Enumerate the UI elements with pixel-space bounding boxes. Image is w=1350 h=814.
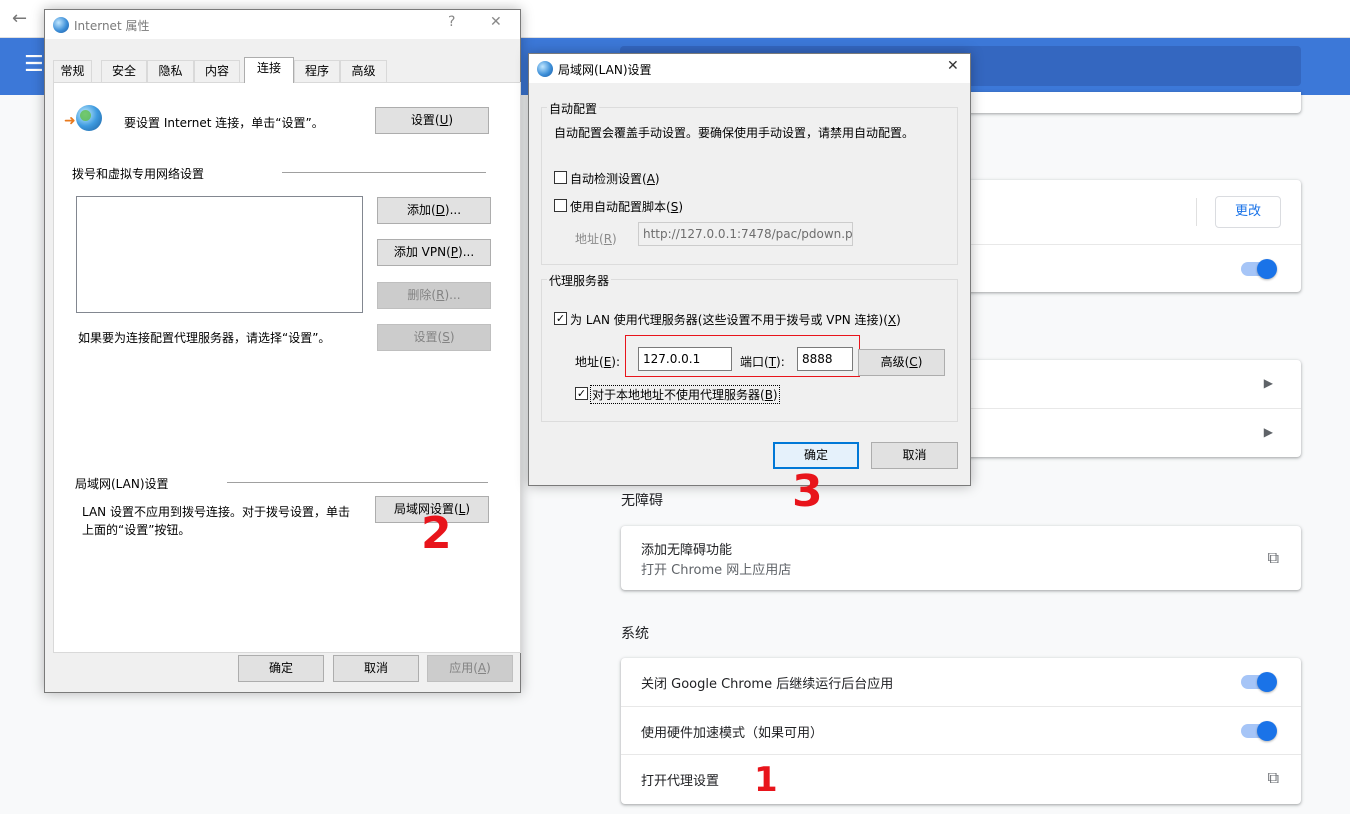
- toggle-switch[interactable]: [1241, 259, 1277, 279]
- open-in-new-icon: ⧉: [1267, 768, 1279, 787]
- internet-globe-icon: [76, 105, 102, 131]
- hamburger-menu-icon[interactable]: ☰: [24, 54, 44, 76]
- section-title-accessibility: 无障碍: [621, 493, 663, 509]
- connections-panel: ➜ 要设置 Internet 连接，单击“设置”。 设置(U) 拨号和虚拟专用网…: [53, 82, 521, 653]
- divider: [1196, 198, 1197, 226]
- title-bar: 局域网(LAN)设置 ✕: [529, 54, 970, 83]
- ok-button[interactable]: 确定: [238, 655, 324, 682]
- tab-privacy[interactable]: 隐私: [147, 60, 194, 82]
- lan-settings-dialog: 局域网(LAN)设置 ✕ 自动配置 自动配置会覆盖手动设置。要确保使用手动设置，…: [528, 53, 971, 486]
- back-arrow-icon[interactable]: ←: [12, 8, 27, 29]
- row-title: 使用硬件加速模式（如果可用）: [641, 726, 824, 741]
- row-subtitle: 打开 Chrome 网上应用店: [641, 563, 792, 578]
- setup-instruction: 要设置 Internet 连接，单击“设置”。: [124, 116, 324, 130]
- title-bar: Internet 属性 ? ✕: [45, 10, 520, 39]
- tab-security[interactable]: 安全: [101, 60, 147, 82]
- settings-card-accessibility: 添加无障碍功能 打开 Chrome 网上应用店 ⧉: [621, 526, 1301, 590]
- internet-globe-icon: [537, 61, 553, 77]
- dialog-title: Internet 属性: [74, 19, 150, 33]
- connections-listbox[interactable]: [76, 196, 363, 313]
- step-annotation-1: 1: [754, 760, 778, 800]
- tab-connections[interactable]: 连接: [244, 57, 294, 83]
- lan-heading: 局域网(LAN)设置: [75, 477, 169, 491]
- proxy-address-label: 地址(E):: [575, 355, 621, 369]
- chevron-right-icon: ▶: [1263, 425, 1273, 439]
- step-annotation-3: 3: [792, 466, 823, 517]
- bypass-local-label: 对于本地地址不使用代理服务器(B): [590, 385, 780, 404]
- auto-detect-checkbox[interactable]: [554, 171, 567, 184]
- row-title: 关闭 Google Chrome 后继续运行后台应用: [641, 677, 894, 692]
- auto-config-description: 自动配置会覆盖手动设置。要确保使用手动设置，请禁用自动配置。: [554, 126, 915, 140]
- settings-button[interactable]: 设置(S): [377, 324, 491, 351]
- section-title-system: 系统: [621, 626, 649, 642]
- row-title: 打开代理设置: [641, 774, 720, 789]
- dialog-title: 局域网(LAN)设置: [558, 63, 652, 77]
- row-title: 添加无障碍功能: [641, 543, 733, 558]
- cancel-button[interactable]: 取消: [333, 655, 419, 682]
- tab-advanced[interactable]: 高级: [340, 60, 387, 82]
- settings-row-add-accessibility[interactable]: 添加无障碍功能 打开 Chrome 网上应用店 ⧉: [621, 526, 1301, 590]
- auto-script-label: 使用自动配置脚本(S): [570, 200, 683, 214]
- proxy-hint: 如果要为连接配置代理服务器，请选择“设置”。: [78, 331, 331, 345]
- change-button[interactable]: 更改: [1215, 196, 1281, 228]
- lan-description-line1: LAN 设置不应用到拨号连接。对于拨号设置，单击: [82, 505, 350, 519]
- use-proxy-label: 为 LAN 使用代理服务器(这些设置不用于拨号或 VPN 连接)(X): [570, 313, 901, 327]
- lan-description-line2: 上面的“设置”按钮。: [82, 523, 191, 537]
- ok-button[interactable]: 确定: [773, 442, 859, 469]
- settings-row-open-proxy[interactable]: 打开代理设置 ⧉: [621, 754, 1301, 802]
- help-button[interactable]: ?: [448, 14, 455, 30]
- add-vpn-button[interactable]: 添加 VPN(P)...: [377, 239, 491, 266]
- proxy-server-group-label: 代理服务器: [547, 272, 612, 289]
- close-button[interactable]: ✕: [490, 14, 502, 30]
- add-button[interactable]: 添加(D)...: [377, 197, 491, 224]
- dialup-heading: 拨号和虚拟专用网络设置: [72, 167, 205, 181]
- auto-script-checkbox[interactable]: [554, 199, 567, 212]
- use-proxy-checkbox[interactable]: ✓: [554, 312, 567, 325]
- internet-properties-dialog: Internet 属性 ? ✕ 常规 安全 隐私 内容 连接 程序 高级 ➜ 要…: [44, 9, 521, 693]
- tab-content[interactable]: 内容: [194, 60, 240, 82]
- auto-config-group-label: 自动配置: [547, 100, 600, 117]
- settings-card-system: 关闭 Google Chrome 后继续运行后台应用 使用硬件加速模式（如果可用…: [621, 658, 1301, 804]
- cancel-button[interactable]: 取消: [871, 442, 958, 469]
- toggle-switch[interactable]: [1241, 721, 1277, 741]
- bypass-local-checkbox[interactable]: ✓: [575, 387, 588, 400]
- auto-detect-label: 自动检测设置(A): [570, 172, 660, 186]
- script-address-label: 地址(R): [575, 232, 617, 246]
- open-in-new-icon: ⧉: [1267, 548, 1279, 567]
- setup-button[interactable]: 设置(U): [375, 107, 489, 134]
- apply-button[interactable]: 应用(A): [427, 655, 513, 682]
- step-annotation-2: 2: [421, 508, 452, 559]
- internet-globe-icon: [53, 17, 69, 33]
- toggle-switch[interactable]: [1241, 672, 1277, 692]
- highlight-box: [625, 335, 860, 377]
- arrow-right-icon: ➜: [64, 113, 76, 129]
- chevron-right-icon: ▶: [1263, 376, 1273, 390]
- advanced-button[interactable]: 高级(C): [858, 349, 945, 376]
- script-address-field[interactable]: http://127.0.0.1:7478/pac/pdown.pa: [638, 222, 853, 246]
- tab-programs[interactable]: 程序: [294, 60, 340, 82]
- settings-row-background-apps[interactable]: 关闭 Google Chrome 后继续运行后台应用: [621, 658, 1301, 706]
- divider: [282, 172, 486, 173]
- settings-row-hardware-accel[interactable]: 使用硬件加速模式（如果可用）: [621, 706, 1301, 754]
- tab-general[interactable]: 常规: [53, 60, 92, 82]
- close-button[interactable]: ✕: [947, 58, 959, 74]
- divider: [227, 482, 488, 483]
- remove-button[interactable]: 删除(R)...: [377, 282, 491, 309]
